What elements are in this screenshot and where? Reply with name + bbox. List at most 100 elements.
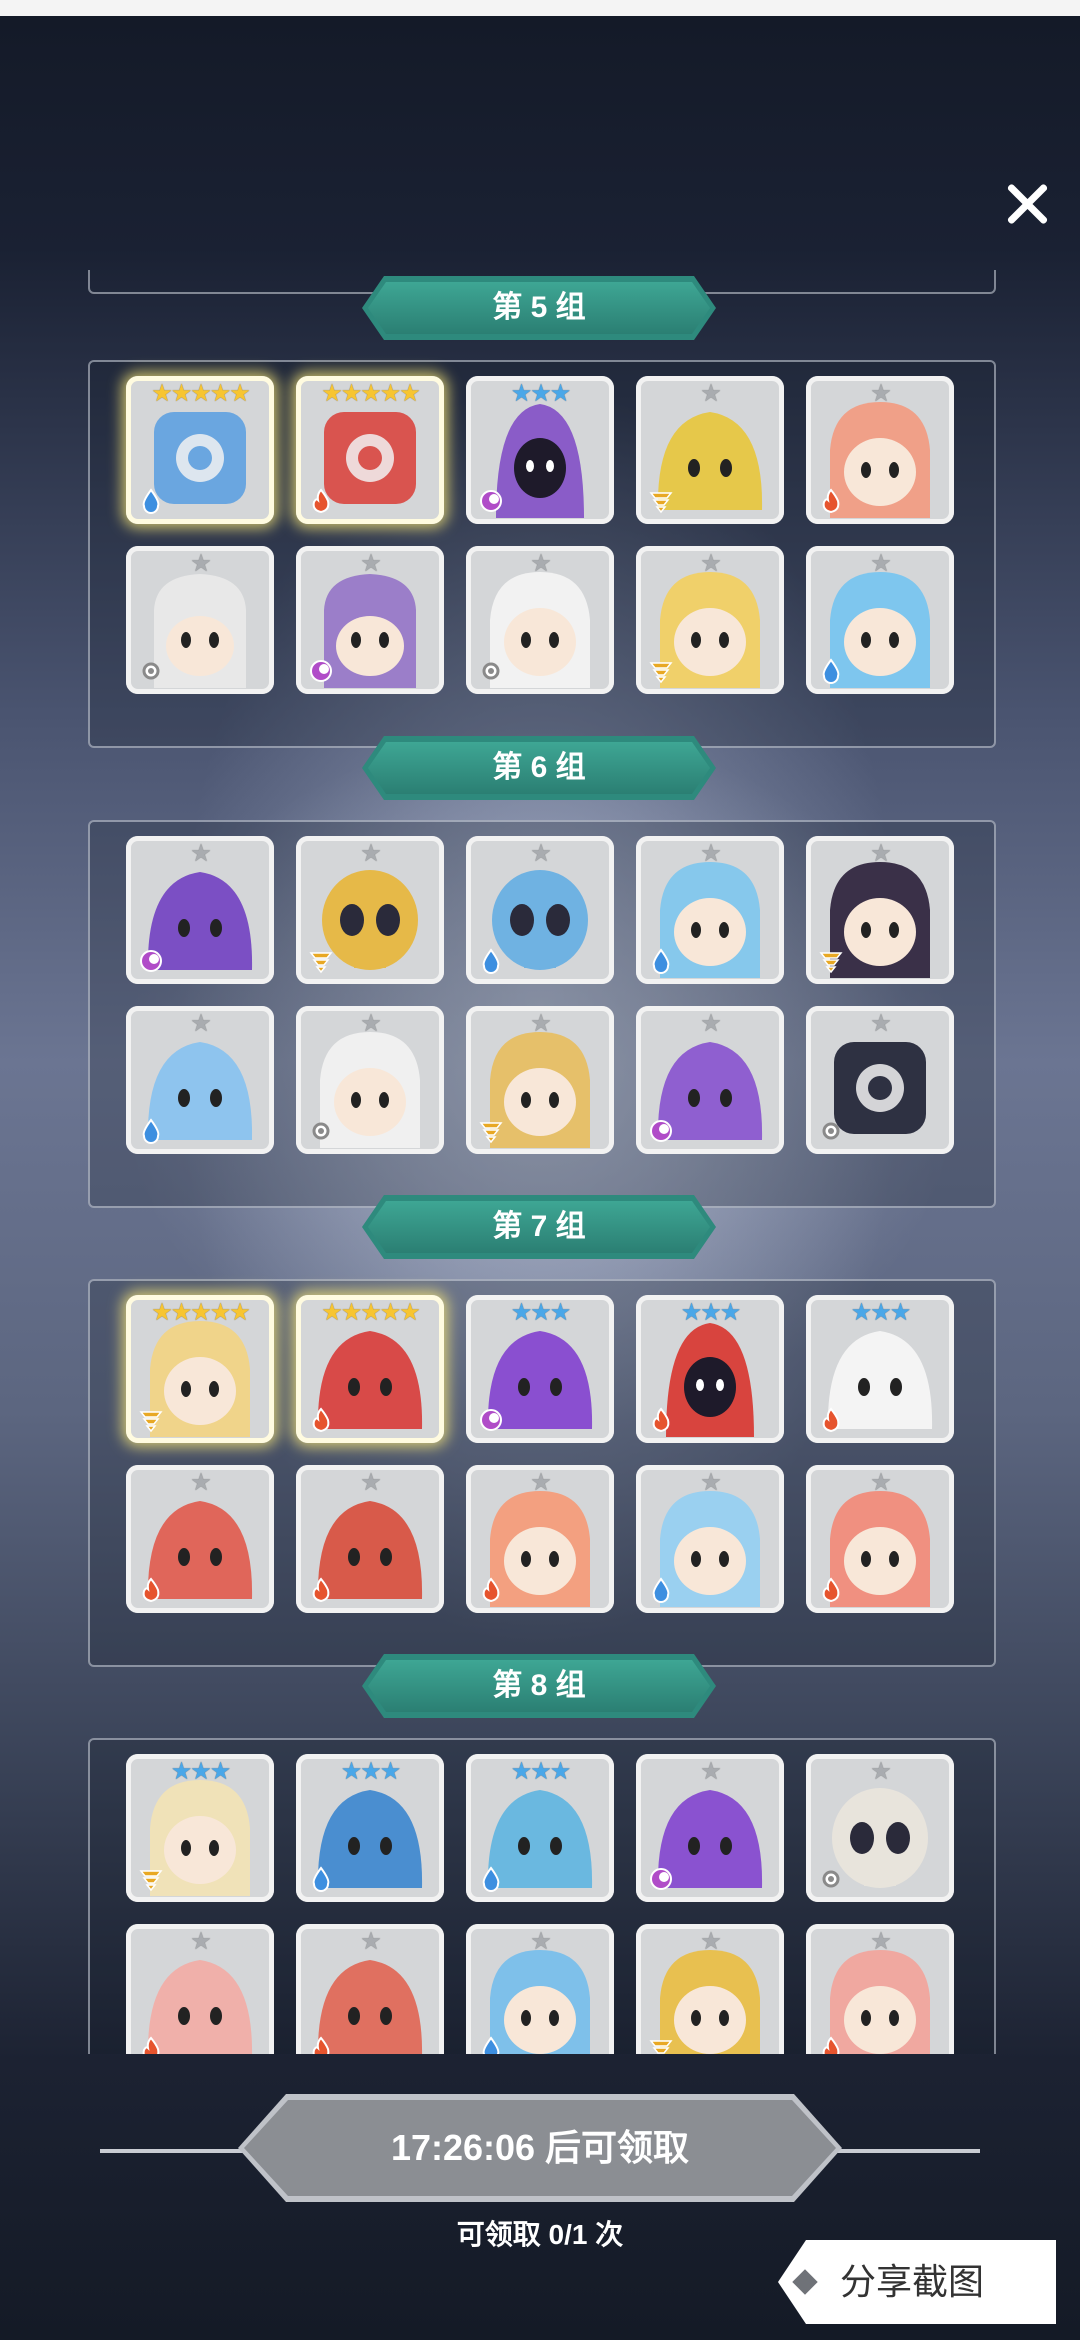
group-list[interactable]: 第 5 组 ★★★★★ ★★★★★ ★★★ ★ ★ ★ ★ ★ ★ ★ 第 6 组… [0,270,1080,2054]
divider-left [100,2149,250,2153]
star-rating: ★★★ [170,1758,232,1785]
hero-card[interactable]: ★ [806,836,954,984]
water-element-icon [312,1866,330,1892]
dark-element-icon [310,660,332,682]
hero-card[interactable]: ★ [296,1924,444,2054]
fire-element-icon [142,1577,160,1603]
star-rating: ★ [360,550,382,577]
light-element-icon [822,1122,840,1140]
close-icon[interactable] [1000,176,1056,232]
hero-card[interactable]: ★ [806,376,954,524]
star-rating: ★ [190,1469,212,1496]
dark-element-icon [140,950,162,972]
hero-card[interactable]: ★ [466,1924,614,2054]
star-rating: ★★★ [340,1758,402,1785]
hero-card[interactable]: ★ [466,546,614,694]
hero-card[interactable]: ★★★★★ [296,376,444,524]
hero-card[interactable]: ★ [636,1924,784,2054]
hero-card[interactable]: ★ [806,1006,954,1154]
fire-element-icon [482,1577,500,1603]
wind-element-icon [309,952,333,974]
group-banner: 第 8 组 [362,1654,716,1718]
star-rating: ★ [700,1010,722,1037]
star-rating: ★ [530,840,552,867]
hero-card[interactable]: ★ [806,546,954,694]
star-rating: ★ [190,550,212,577]
hero-card[interactable]: ★ [636,546,784,694]
wind-element-icon [139,1870,163,1892]
hero-card[interactable]: ★ [806,1924,954,2054]
hero-card[interactable]: ★ [126,836,274,984]
hero-card[interactable]: ★★★ [466,1295,614,1443]
fire-element-icon [822,2036,840,2054]
hero-card[interactable]: ★ [636,376,784,524]
hero-card[interactable]: ★ [636,1465,784,1613]
group-banner: 第 5 组 [362,276,716,340]
star-rating: ★★★ [680,1299,742,1326]
hero-card[interactable]: ★ [466,836,614,984]
claim-timer-button[interactable]: 17:26:06 后可领取 [238,2094,842,2202]
fire-element-icon [822,488,840,514]
hero-card[interactable]: ★ [466,1465,614,1613]
wind-element-icon [649,662,673,684]
hero-card[interactable]: ★★★ [296,1754,444,1902]
divider-right [830,2149,980,2153]
star-rating: ★ [190,1010,212,1037]
hero-card[interactable]: ★★★ [126,1754,274,1902]
share-screenshot-button[interactable]: 分享截图 [778,2240,1056,2324]
star-rating: ★ [190,840,212,867]
wind-element-icon [649,2040,673,2054]
hero-card[interactable]: ★ [296,1465,444,1613]
hero-card[interactable]: ★ [806,1465,954,1613]
hero-card[interactable]: ★★★ [466,376,614,524]
star-rating: ★ [190,1928,212,1955]
hero-card[interactable]: ★ [126,1465,274,1613]
hero-card[interactable]: ★ [636,1006,784,1154]
hero-card[interactable]: ★★★★★ [296,1295,444,1443]
fire-element-icon [822,1577,840,1603]
star-rating: ★ [700,550,722,577]
star-rating: ★★★ [510,1299,572,1326]
hero-card[interactable]: ★ [466,1006,614,1154]
hero-card[interactable]: ★ [126,1924,274,2054]
water-element-icon [142,488,160,514]
hero-card[interactable]: ★★★ [636,1295,784,1443]
star-rating: ★ [870,840,892,867]
light-element-icon [142,662,160,680]
hero-card[interactable]: ★ [636,836,784,984]
fire-element-icon [312,2036,330,2054]
hero-card[interactable]: ★ [636,1754,784,1902]
star-rating: ★ [700,840,722,867]
hero-card[interactable]: ★ [126,1006,274,1154]
group-label: 第 6 组 [492,751,586,784]
hero-card[interactable]: ★★★★★ [126,376,274,524]
star-rating: ★ [360,1010,382,1037]
star-rating: ★ [360,1469,382,1496]
star-rating: ★ [530,550,552,577]
group-banner: 第 7 组 [362,1195,716,1259]
water-element-icon [482,948,500,974]
hero-card[interactable]: ★★★ [806,1295,954,1443]
dark-element-icon [480,490,502,512]
hero-card[interactable]: ★ [126,546,274,694]
star-rating: ★ [530,1928,552,1955]
star-rating: ★ [700,1758,722,1785]
hero-card[interactable]: ★ [296,836,444,984]
star-rating: ★ [530,1469,552,1496]
hero-card[interactable]: ★ [296,546,444,694]
star-rating: ★★★ [510,1758,572,1785]
fire-element-icon [312,488,330,514]
group-label: 第 8 组 [492,1669,586,1702]
star-rating: ★ [870,1758,892,1785]
hero-card[interactable]: ★ [806,1754,954,1902]
dark-element-icon [480,1409,502,1431]
wind-element-icon [819,952,843,974]
hero-card[interactable]: ★★★ [466,1754,614,1902]
star-rating: ★★★★★ [151,1299,251,1326]
fire-element-icon [312,1407,330,1433]
star-rating: ★ [360,840,382,867]
star-rating: ★★★★★ [321,380,421,407]
hero-card[interactable]: ★★★★★ [126,1295,274,1443]
hero-card[interactable]: ★ [296,1006,444,1154]
fire-element-icon [142,2036,160,2054]
